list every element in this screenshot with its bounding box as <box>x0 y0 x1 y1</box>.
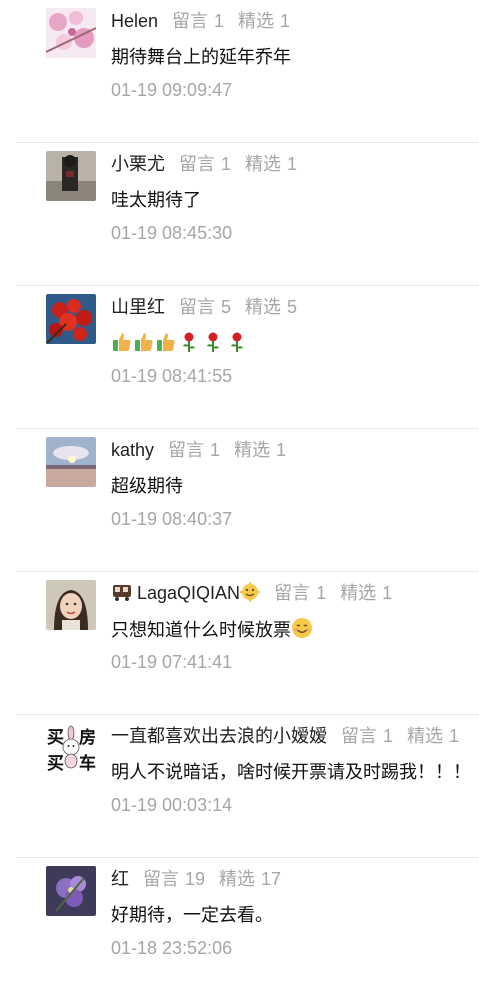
featured-count-stat: 精选 1 <box>407 726 459 746</box>
train-icon <box>111 582 133 608</box>
comment-header: 小栗尤 留言 1 精选 1 <box>111 152 297 176</box>
comment-item: 小栗尤 留言 1 精选 1 哇太期待了 01-19 08:45:30 <box>0 143 479 286</box>
avatar[interactable] <box>46 294 96 344</box>
comment-time: 01-19 08:41:55 <box>111 366 233 386</box>
avatar[interactable] <box>46 437 96 487</box>
commenter-name[interactable]: LagaQIQIAN <box>137 583 240 603</box>
featured-count-value: 1 <box>276 440 287 460</box>
commenter-name[interactable]: 一直都喜欢出去浪的小嫒嫒 <box>111 726 327 746</box>
rose-icon <box>177 331 201 359</box>
comment-count-value: 1 <box>383 726 394 746</box>
featured-count-stat: 精选 5 <box>245 297 297 317</box>
comment-header: kathy 留言 1 精选 1 <box>111 438 286 462</box>
comment-time: 01-19 08:40:37 <box>111 509 233 529</box>
comment-count-label: 留言 <box>179 154 215 174</box>
comment-item: 山里红 留言 5 精选 5 01-19 08:41:55 <box>0 286 479 429</box>
comment-count-stat: 留言 1 <box>168 440 220 460</box>
comment-count-value: 1 <box>214 11 225 31</box>
avatar-text-2: 房 <box>79 727 96 748</box>
featured-count-label: 精选 <box>407 726 444 746</box>
featured-count-label: 精选 <box>340 583 377 603</box>
comment-text <box>111 331 249 359</box>
featured-count-value: 1 <box>449 726 460 746</box>
comment-item: LagaQIQIAN 留言 1 精选 1 只想知道什么时候放票 01-19 07:41:… <box>0 572 479 715</box>
comment-count-value: 1 <box>210 440 221 460</box>
comment-count-stat: 留言 1 <box>274 583 326 603</box>
comment-count-stat: 留言 5 <box>179 297 231 317</box>
comment-item: kathy 留言 1 精选 1 超级期待 01-19 08:40:37 <box>0 429 479 572</box>
avatar-text-1: 买 <box>47 728 64 748</box>
comment-count-label: 留言 <box>341 726 377 746</box>
featured-count-value: 1 <box>280 11 291 31</box>
comment-count-stat: 留言 1 <box>341 726 393 746</box>
thumbs-up-icon <box>111 331 133 359</box>
comment-count-value: 1 <box>221 154 232 174</box>
commenter-name[interactable]: Helen <box>111 11 158 31</box>
comment-count-stat: 留言 1 <box>179 154 231 174</box>
comment-time: 01-18 23:52:06 <box>111 938 233 958</box>
comment-header: 一直都喜欢出去浪的小嫒嫒 留言 1 精选 1 <box>111 724 459 748</box>
comment-text: 明人不说暗话，啥时候开票请及时踢我！！！ <box>111 762 471 782</box>
avatar[interactable] <box>46 151 96 201</box>
comment-count-label: 留言 <box>143 869 179 889</box>
featured-count-stat: 精选 1 <box>245 154 297 174</box>
comment-time: 01-19 09:09:47 <box>111 80 233 100</box>
comment-time: 01-19 07:41:41 <box>111 652 233 672</box>
avatar[interactable] <box>46 8 96 58</box>
featured-count-stat: 精选 17 <box>219 869 281 889</box>
comment-item: 红留言 19 精选 17 好期待，一定去看。 01-18 23:52:06 <box>0 858 479 1001</box>
comment-count-label: 留言 <box>274 583 311 603</box>
featured-count-label: 精选 <box>245 297 282 317</box>
comment-text: 只想知道什么时候放票 <box>111 617 313 645</box>
comment-count-label: 留言 <box>172 11 209 31</box>
rose-icon <box>201 331 225 359</box>
comment-count-value: 5 <box>221 297 232 317</box>
avatar[interactable]: 买 房 买 车 <box>46 723 96 773</box>
featured-count-label: 精选 <box>238 11 275 31</box>
featured-count-value: 5 <box>287 297 298 317</box>
avatar-text-4: 车 <box>79 753 96 773</box>
comment-count-label: 留言 <box>179 297 215 317</box>
comment-text: 哇太期待了 <box>111 190 201 210</box>
comment-count-label: 留言 <box>168 440 205 460</box>
comment-item: 买 房 买 车 一直都喜欢出去浪的小嫒嫒 留言 1 精选 1 明人不说暗话，啥时候开票请… <box>0 715 479 858</box>
featured-count-stat: 精选 1 <box>234 440 286 460</box>
featured-count-label: 精选 <box>245 154 282 174</box>
featured-count-stat: 精选 1 <box>238 11 290 31</box>
comment-text: 好期待，一定去看。 <box>111 905 273 925</box>
comment-time: 01-19 00:03:14 <box>111 795 233 815</box>
commenter-name[interactable]: 红 <box>111 869 129 889</box>
avatar[interactable] <box>46 580 96 630</box>
featured-count-label: 精选 <box>219 869 256 889</box>
comment-header: 红留言 19 精选 17 <box>111 867 281 891</box>
smile-face-icon <box>240 582 261 608</box>
avatar-text-3: 买 <box>47 754 64 773</box>
comment-count-value: 19 <box>185 869 206 889</box>
comment-header: LagaQIQIAN 留言 1 精选 1 <box>111 581 392 608</box>
commenter-name[interactable]: 山里红 <box>111 297 165 317</box>
comment-count-stat: 留言 19 <box>143 869 205 889</box>
comment-count-value: 1 <box>316 583 327 603</box>
comment-text: 超级期待 <box>111 476 183 496</box>
avatar[interactable] <box>46 866 96 916</box>
featured-count-value: 1 <box>382 583 393 603</box>
comment-count-stat: 留言 1 <box>172 11 224 31</box>
featured-count-value: 17 <box>261 869 282 889</box>
commenter-name[interactable]: 小栗尤 <box>111 154 165 174</box>
thumbs-up-icon <box>155 331 177 359</box>
featured-count-label: 精选 <box>234 440 271 460</box>
featured-count-stat: 精选 1 <box>340 583 392 603</box>
comment-text: 期待舞台上的延年乔年 <box>111 47 291 67</box>
comment-item: Helen 留言 1 精选 1 期待舞台上的延年乔年 01-19 09:09:47 <box>0 0 479 143</box>
comment-text-body: 只想知道什么时候放票 <box>111 620 291 640</box>
rose-icon <box>225 331 249 359</box>
comment-time: 01-19 08:45:30 <box>111 223 233 243</box>
comment-header: Helen 留言 1 精选 1 <box>111 9 290 33</box>
thumbs-up-icon <box>133 331 155 359</box>
featured-count-value: 1 <box>287 154 298 174</box>
smile-face-icon <box>291 617 313 645</box>
comment-header: 山里红 留言 5 精选 5 <box>111 295 297 319</box>
commenter-name[interactable]: kathy <box>111 440 154 460</box>
